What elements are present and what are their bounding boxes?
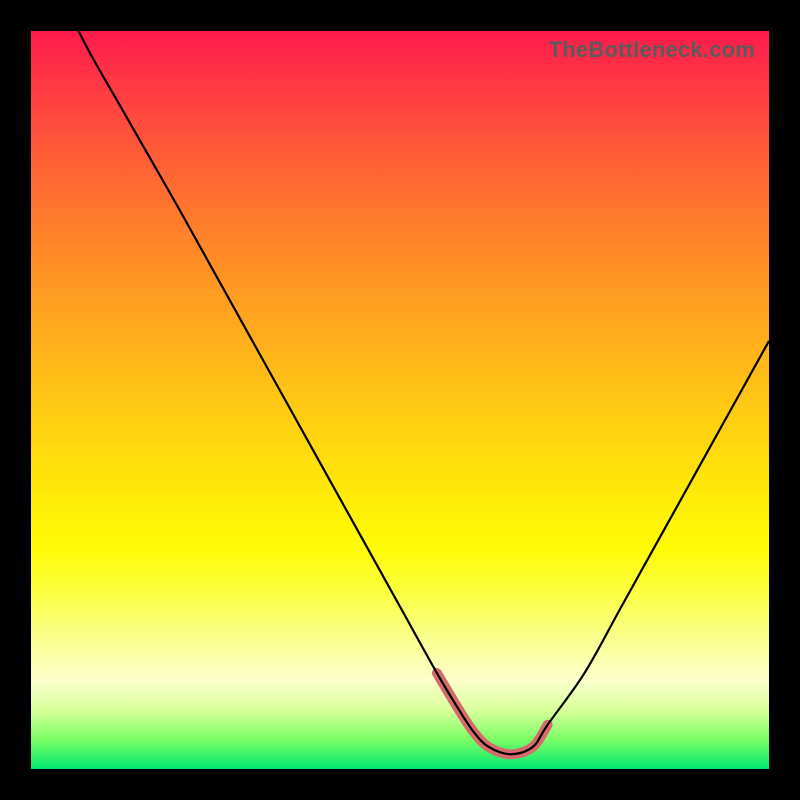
bottleneck-curve — [31, 31, 769, 754]
plot-area: TheBottleneck.com — [31, 31, 769, 769]
chart-svg — [31, 31, 769, 769]
bottleneck-zone-highlight — [437, 673, 548, 754]
chart-root: TheBottleneck.com — [0, 0, 800, 800]
